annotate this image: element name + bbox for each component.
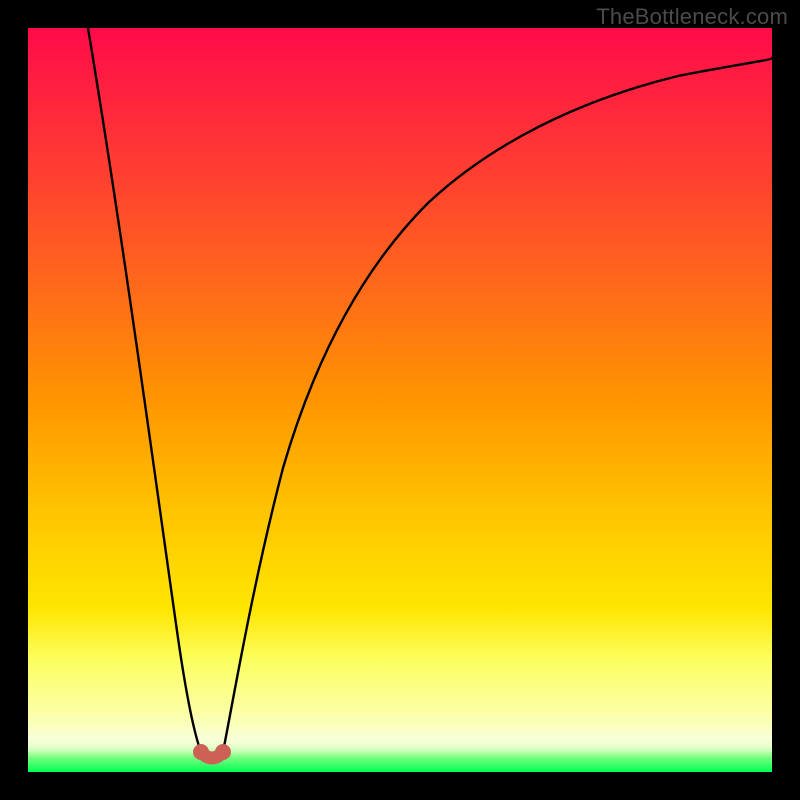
watermark-text: TheBottleneck.com	[596, 4, 788, 30]
curve-left-branch	[88, 28, 201, 752]
curve-right-branch	[223, 58, 772, 752]
trough-marker-right	[215, 744, 231, 760]
bottleneck-curve	[28, 28, 772, 772]
chart-frame	[28, 28, 772, 772]
trough-marker-left	[193, 744, 209, 760]
